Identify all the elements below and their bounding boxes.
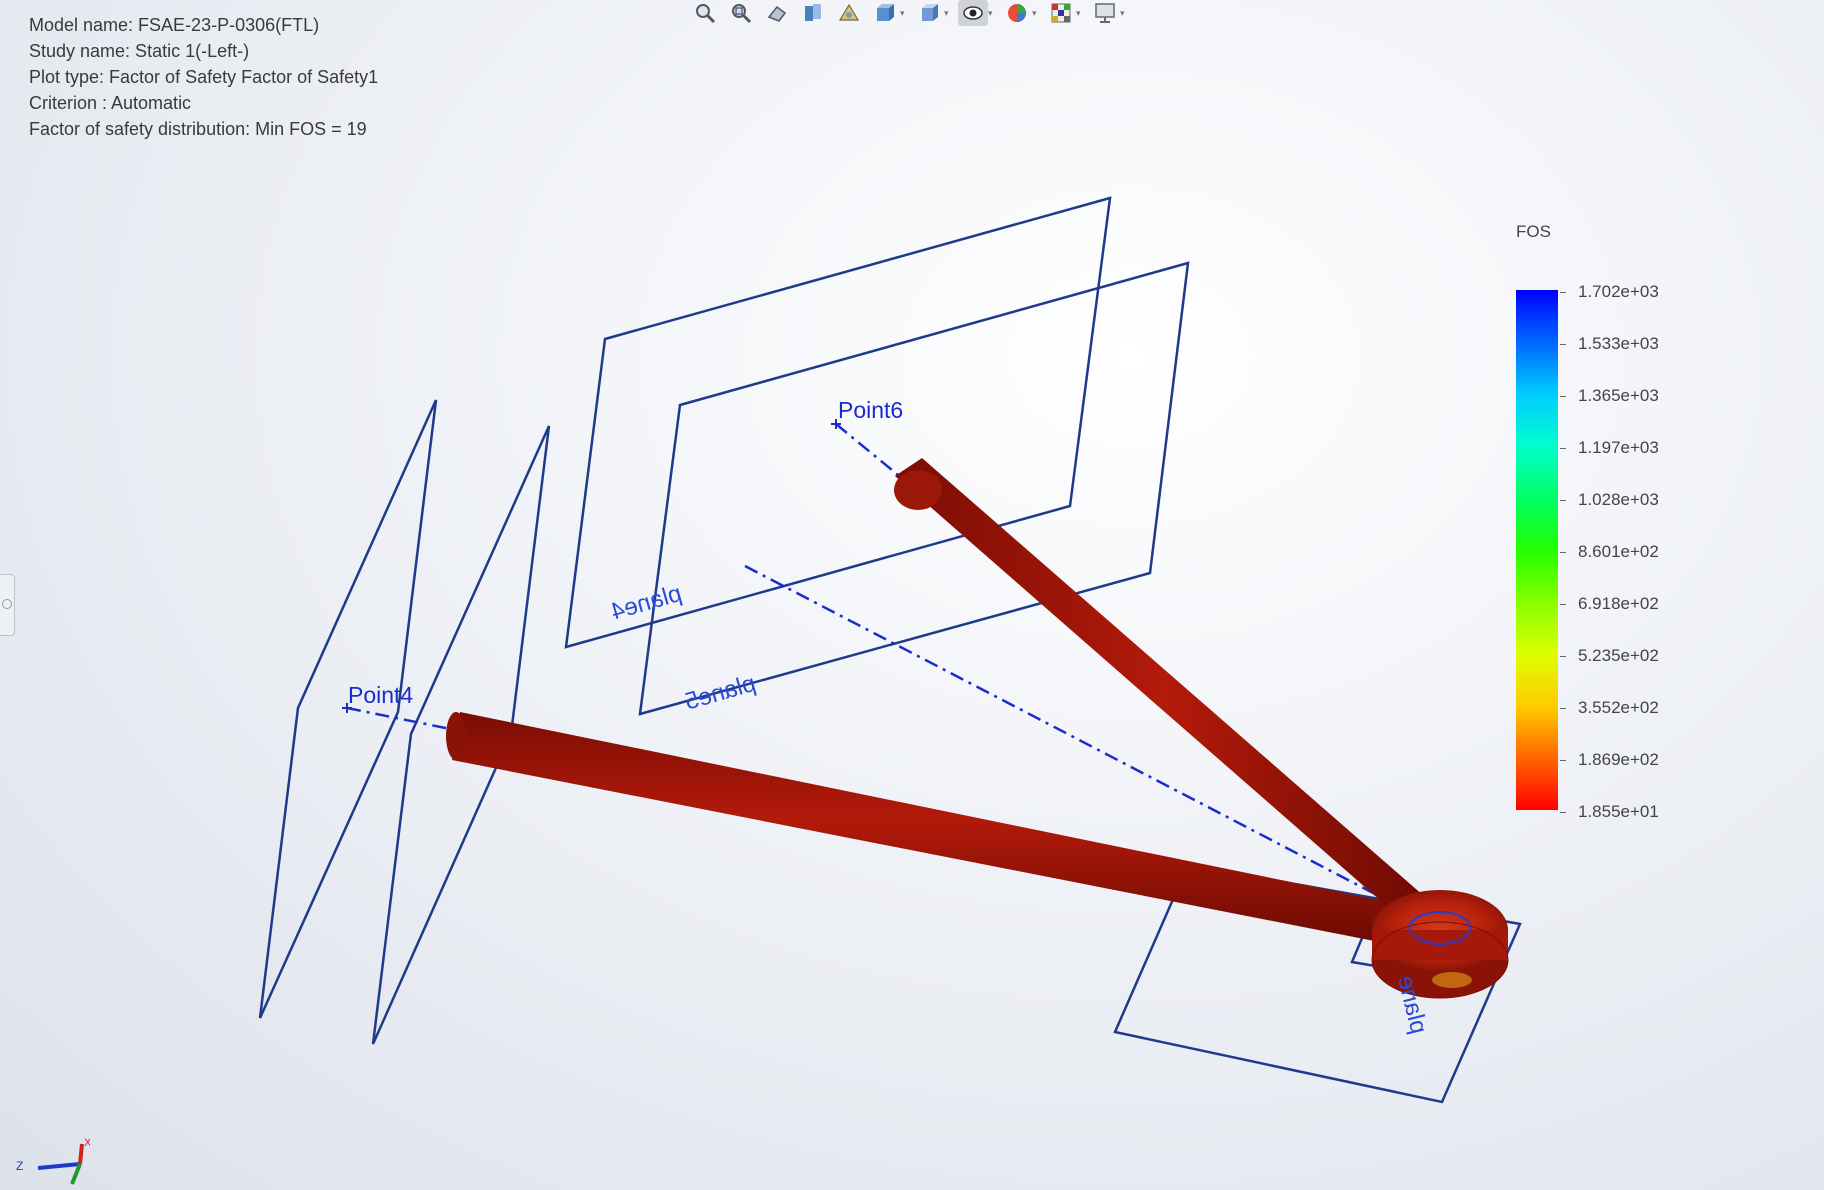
hide-show-items-icon[interactable] bbox=[958, 0, 988, 26]
display-style-icon[interactable] bbox=[870, 0, 900, 26]
edit-appearance-dropdown-icon[interactable]: ▾ bbox=[1032, 8, 1040, 19]
legend-tick: 3.552e+02 bbox=[1560, 698, 1780, 718]
point6-label: Point6 bbox=[838, 397, 903, 423]
lower-member[interactable] bbox=[446, 712, 1418, 948]
axis-lines bbox=[346, 423, 1441, 932]
triad-z-axis bbox=[37, 1162, 81, 1170]
point4-label: Point4 bbox=[348, 682, 413, 708]
triad-z-label: Z bbox=[16, 1159, 23, 1173]
triad-x-axis bbox=[78, 1143, 84, 1165]
fos-distribution-text: Factor of safety distribution: Min FOS =… bbox=[29, 119, 367, 139]
collapsed-panel-tab[interactable] bbox=[0, 574, 15, 636]
previous-view-icon[interactable] bbox=[762, 0, 792, 26]
study-name-text: Study name: Static 1(-Left-) bbox=[29, 41, 250, 61]
plane5-label: plane5 bbox=[682, 670, 759, 716]
zoom-to-area-icon[interactable] bbox=[726, 0, 756, 26]
edit-appearance-icon[interactable] bbox=[1002, 0, 1032, 26]
view-settings-display-icon[interactable] bbox=[1090, 0, 1120, 26]
apply-scene-icon[interactable] bbox=[1046, 0, 1076, 26]
legend-tick: 1.855e+01 bbox=[1560, 802, 1780, 822]
heads-up-view-toolbar: ▾ ▾ ▾ ▾ ▾ ▾ bbox=[690, 0, 1128, 26]
view-orientation-dropdown-icon[interactable]: ▾ bbox=[944, 8, 952, 19]
reference-triad[interactable]: Z X bbox=[10, 1134, 90, 1190]
plane4-label: plane4 bbox=[608, 580, 685, 626]
legend-tick: 1.365e+03 bbox=[1560, 386, 1780, 406]
legend-tick: 1.028e+03 bbox=[1560, 490, 1780, 510]
zoom-to-fit-icon[interactable] bbox=[690, 0, 720, 26]
triad-y-axis bbox=[70, 1163, 82, 1185]
legend-tick: 6.918e+02 bbox=[1560, 594, 1780, 614]
view-settings-dropdown-icon[interactable]: ▾ bbox=[1120, 8, 1128, 19]
legend-tick: 8.601e+02 bbox=[1560, 542, 1780, 562]
display-style-dropdown-icon[interactable]: ▾ bbox=[900, 8, 908, 19]
triad-x-label: X bbox=[84, 1137, 90, 1149]
plot-type-text: Plot type: Factor of Safety Factor of Sa… bbox=[29, 67, 379, 87]
panel-handle-icon bbox=[2, 599, 12, 609]
fos-colorbar[interactable] bbox=[1516, 290, 1558, 810]
legend-tick: 1.533e+03 bbox=[1560, 334, 1780, 354]
legend-title: FOS bbox=[1516, 222, 1551, 241]
hide-show-dropdown-icon[interactable]: ▾ bbox=[988, 8, 996, 19]
model-name-text: Model name: FSAE-23-P-0306(FTL) bbox=[29, 15, 320, 35]
legend-tick: 1.197e+03 bbox=[1560, 438, 1780, 458]
apply-scene-dropdown-icon[interactable]: ▾ bbox=[1076, 8, 1084, 19]
section-view-icon[interactable] bbox=[798, 0, 828, 26]
view-settings-icon[interactable] bbox=[834, 0, 864, 26]
criterion-text: Criterion : Automatic bbox=[29, 93, 192, 113]
legend-tick: 5.235e+02 bbox=[1560, 646, 1780, 666]
graphics-viewport[interactable]: Point6 Point4 plane4 plane5 plane Model … bbox=[0, 0, 1824, 1190]
legend-tick: 1.869e+02 bbox=[1560, 750, 1780, 770]
hub-fitting[interactable] bbox=[1371, 890, 1509, 999]
study-info: Model name: FSAE-23-P-0306(FTL) Study na… bbox=[29, 12, 378, 142]
legend-tick: 1.702e+03 bbox=[1560, 282, 1780, 302]
view-orientation-icon[interactable] bbox=[914, 0, 944, 26]
